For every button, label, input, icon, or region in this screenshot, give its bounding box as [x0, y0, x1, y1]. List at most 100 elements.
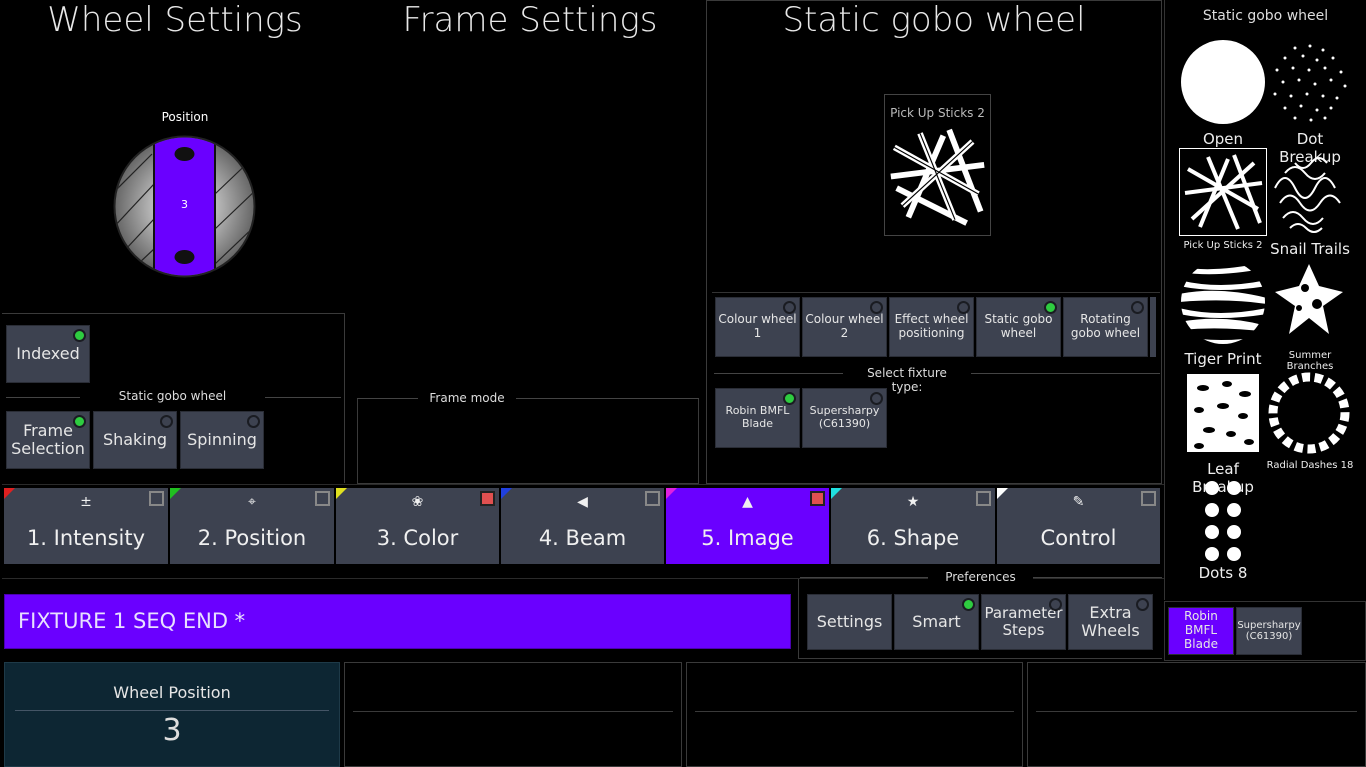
- gobo-open[interactable]: Open: [1179, 38, 1267, 148]
- tab-image-label: 5. Image: [701, 526, 794, 550]
- fixture-robin-bmfl-button[interactable]: Robin BMFL Blade: [715, 388, 800, 448]
- pick-up-sticks-icon: [1179, 148, 1267, 236]
- shaking-button[interactable]: Shaking: [93, 411, 177, 469]
- rotating-gobo-wheel-label: Rotating gobo wheel: [1070, 312, 1141, 340]
- frame-settings-title: Frame Settings: [402, 0, 658, 40]
- spinning-indicator: [247, 415, 260, 428]
- cue-bar[interactable]: FIXTURE 1 SEQ END *: [4, 594, 791, 649]
- tab-position-label: 2. Position: [197, 526, 307, 550]
- image-icon: ▲: [742, 494, 753, 510]
- frame-selection-indicator: [73, 415, 86, 428]
- spinning-label: Spinning: [187, 429, 257, 449]
- radial-dashes-icon: [1268, 372, 1350, 454]
- extra-wheels-button[interactable]: Extra Wheels: [1068, 594, 1153, 650]
- snail-trails-icon: [1274, 157, 1341, 233]
- static-gobo-wheel-label: Static gobo wheel: [984, 312, 1053, 340]
- position-icon: ⌖: [248, 494, 256, 510]
- tab-control[interactable]: ✎ Control: [997, 488, 1160, 564]
- static-gobo-title: Static gobo wheel: [782, 0, 1086, 40]
- open-circle-icon: [1181, 40, 1265, 124]
- wheel-slot-number: 3: [181, 198, 188, 211]
- fixture-supersharpy-button[interactable]: Supersharpy (C61390): [802, 388, 887, 448]
- sidebar-fixture-robin-label: Robin BMFL Blade: [1184, 609, 1218, 651]
- parameter-steps-button[interactable]: Parameter Steps: [981, 594, 1066, 650]
- shaking-label: Shaking: [102, 429, 168, 449]
- gobo-label: Summer Branches: [1286, 350, 1334, 372]
- frame-mode-panel: [357, 398, 699, 484]
- smart-button[interactable]: Smart: [894, 594, 979, 650]
- tab-position[interactable]: ⌖ 2. Position: [170, 488, 334, 564]
- static-gobo-section-label: Static gobo wheel: [80, 389, 265, 403]
- colour-wheel-1-button[interactable]: Colour wheel 1: [715, 297, 800, 357]
- beam-icon: ◀: [577, 494, 588, 510]
- preferences-label: Preferences: [928, 570, 1033, 584]
- fixture-supersharpy-label: Supersharpy (C61390): [809, 404, 880, 430]
- dots-8-icon: [1205, 481, 1241, 561]
- settings-label: Settings: [816, 611, 883, 631]
- static-gobo-wheel-button[interactable]: Static gobo wheel: [976, 297, 1061, 357]
- wheel-selector-row: Colour wheel 1 Colour wheel 2 Effect whe…: [712, 292, 1160, 358]
- spinning-button[interactable]: Spinning: [180, 411, 264, 469]
- colour-wheel-2-label: Colour wheel 2: [805, 312, 884, 340]
- tab-beam[interactable]: ◀ 4. Beam: [501, 488, 664, 564]
- gobo-label: Pick Up Sticks 2: [1183, 240, 1263, 251]
- effect-wheel-positioning-label: Effect wheel positioning: [894, 312, 969, 340]
- gobo-label: Open: [1202, 130, 1244, 148]
- encoder-value: 3: [162, 713, 182, 748]
- sidebar-fixture-robin[interactable]: Robin BMFL Blade: [1168, 607, 1234, 655]
- gobo-dot-breakup[interactable]: Dot Breakup: [1265, 38, 1355, 166]
- shaking-indicator: [160, 415, 173, 428]
- intensity-icon: ±: [80, 494, 92, 510]
- gobo-label: Dots 8: [1198, 564, 1248, 582]
- gobo-tiger-print[interactable]: Tiger Print: [1179, 258, 1267, 368]
- effect-wheel-positioning-button[interactable]: Effect wheel positioning: [889, 297, 974, 357]
- tab-intensity-label: 1. Intensity: [26, 526, 146, 550]
- gobo-preview: Pick Up Sticks 2: [884, 94, 991, 236]
- dot-breakup-icon: [1273, 44, 1347, 122]
- smart-label: Smart: [912, 611, 961, 631]
- color-icon: ❀: [411, 494, 424, 510]
- gobo-leaf-breakup[interactable]: Leaf Breakup: [1179, 370, 1267, 496]
- colour-wheel-1-label: Colour wheel 1: [718, 312, 797, 340]
- summer-branches-icon: [1275, 264, 1343, 334]
- gobo-preview-name: Pick Up Sticks 2: [890, 106, 985, 120]
- indexed-indicator: [73, 329, 86, 342]
- gobo-pick-up-sticks-2[interactable]: Pick Up Sticks 2: [1179, 148, 1267, 256]
- leaf-breakup-icon: [1187, 374, 1259, 452]
- wheel-settings-title: Wheel Settings: [47, 0, 303, 40]
- encoder-empty-4[interactable]: [1027, 662, 1366, 767]
- frame-selection-button[interactable]: Frame Selection: [6, 411, 90, 469]
- indexed-button[interactable]: Indexed: [6, 325, 90, 383]
- gobo-sidebar: Static gobo wheel Open Dot Breakup Pick …: [1164, 0, 1366, 600]
- tab-shape[interactable]: ★ 6. Shape: [831, 488, 995, 564]
- position-label: Position: [161, 110, 209, 124]
- indexed-label: Indexed: [16, 343, 80, 363]
- gobo-summer-branches[interactable]: Summer Branches: [1265, 258, 1355, 372]
- gobo-dots-8[interactable]: Dots 8: [1179, 478, 1267, 586]
- rotating-gobo-wheel-button[interactable]: Rotating gobo wheel: [1063, 297, 1148, 357]
- sidebar-fixture-supersharpy-label: Supersharpy (C61390): [1237, 619, 1301, 643]
- settings-button[interactable]: Settings: [807, 594, 892, 650]
- tiger-print-icon: [1181, 262, 1265, 344]
- encoder-empty-2[interactable]: [344, 662, 682, 767]
- tab-color-label: 3. Color: [376, 526, 459, 550]
- encoder-empty-3[interactable]: [686, 662, 1023, 767]
- sidebar-title: Static gobo wheel: [1202, 8, 1329, 24]
- tab-color[interactable]: ❀ 3. Color: [336, 488, 499, 564]
- gobo-snail-trails[interactable]: Snail Trails: [1265, 148, 1355, 258]
- cue-bar-text: FIXTURE 1 SEQ END *: [18, 609, 246, 633]
- shape-icon: ★: [906, 494, 920, 510]
- selector-scroll-stub[interactable]: [1150, 297, 1156, 357]
- encoder-label: Wheel Position: [113, 683, 231, 702]
- gobo-label: Tiger Print: [1184, 350, 1262, 368]
- control-icon: ✎: [1072, 494, 1085, 510]
- tab-image[interactable]: ▲ 5. Image: [666, 488, 829, 564]
- frame-mode-label: Frame mode: [418, 391, 516, 405]
- gobo-radial-dashes-18[interactable]: Radial Dashes 18: [1265, 370, 1355, 478]
- colour-wheel-2-button[interactable]: Colour wheel 2: [802, 297, 887, 357]
- encoder-wheel-position[interactable]: Wheel Position 3: [4, 662, 340, 767]
- sidebar-fixture-supersharpy[interactable]: Supersharpy (C61390): [1236, 607, 1302, 655]
- gobo-label: Radial Dashes 18: [1266, 460, 1354, 471]
- gobo-label: Snail Trails: [1270, 240, 1350, 258]
- tab-intensity[interactable]: ±1. Intensity: [4, 488, 168, 564]
